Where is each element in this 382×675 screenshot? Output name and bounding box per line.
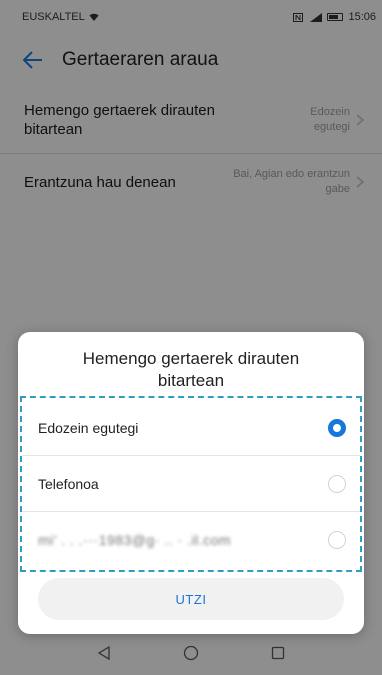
option-phone[interactable]: Telefonoa <box>22 456 360 512</box>
options-list: Edozein egutegi Telefonoa mi’ . . .···19… <box>20 396 362 572</box>
cancel-button[interactable]: UTZI <box>38 578 344 620</box>
dialog-title: Hemengo gertaerek dirauten bitartean <box>82 349 300 390</box>
option-any-calendar[interactable]: Edozein egutegi <box>22 400 360 456</box>
option-email-account[interactable]: mi’ . . .···1983@g· .. · .il.com <box>22 512 360 568</box>
radio-selected-icon[interactable] <box>328 418 346 437</box>
radio-unselected-icon[interactable] <box>328 474 346 493</box>
option-label: Telefonoa <box>38 475 99 492</box>
radio-unselected-icon[interactable] <box>328 531 346 549</box>
option-label: Edozein egutegi <box>38 419 139 436</box>
calendar-picker-dialog: Hemengo gertaerek dirauten bitartean Edo… <box>18 332 364 634</box>
option-label: mi’ . . .···1983@g· .. · .il.com <box>38 532 232 548</box>
